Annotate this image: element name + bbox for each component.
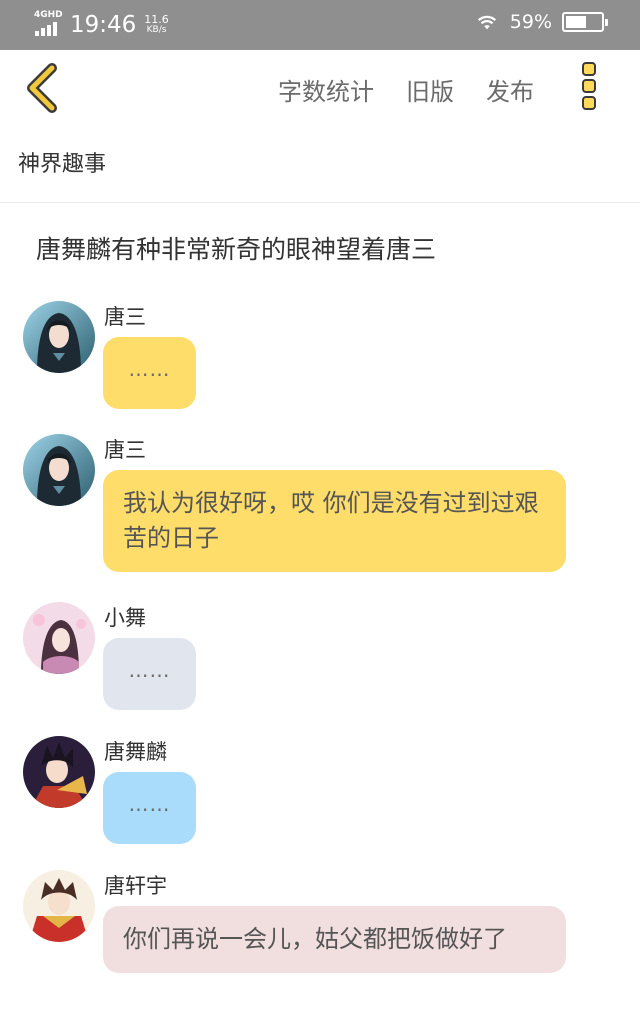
- message-bubble[interactable]: ……: [103, 638, 196, 710]
- divider: [0, 202, 640, 203]
- message-bubble[interactable]: ……: [103, 772, 196, 844]
- battery-percent: 59%: [509, 11, 552, 33]
- story-title[interactable]: 神界趣事: [18, 146, 106, 178]
- avatar[interactable]: [23, 602, 95, 674]
- sender-name: 唐舞麟: [104, 740, 167, 764]
- avatar[interactable]: [23, 301, 95, 373]
- status-time: 19:46: [70, 12, 137, 38]
- publish-button[interactable]: 发布: [486, 72, 534, 107]
- network-type: 4GHD: [34, 10, 63, 20]
- more-menu-button[interactable]: [576, 62, 602, 116]
- battery-level: [566, 16, 587, 28]
- old-version-button[interactable]: 旧版: [406, 72, 454, 107]
- speed-unit: KB/s: [146, 25, 167, 35]
- sender-name: 唐三: [104, 305, 146, 329]
- sender-name: 唐轩宇: [104, 874, 167, 898]
- message-bubble[interactable]: 你们再说一会儿，姑父都把饭做好了: [103, 906, 566, 973]
- signal-icon: [35, 22, 57, 36]
- network-indicator: 4GHD: [34, 10, 64, 40]
- speed-value: 11.6: [144, 13, 169, 26]
- more-dots-icon: [576, 62, 602, 110]
- wifi-icon: [477, 15, 496, 30]
- battery-icon: [562, 12, 608, 32]
- message-bubble[interactable]: ……: [103, 337, 196, 409]
- narration-text[interactable]: 唐舞麟有种非常新奇的眼神望着唐三: [36, 230, 436, 266]
- avatar[interactable]: [23, 870, 95, 942]
- toolbar-actions: 字数统计 旧版 发布: [278, 72, 534, 107]
- back-button[interactable]: [20, 62, 66, 114]
- network-speed: 11.6 KB/s: [144, 14, 169, 36]
- sender-name: 小舞: [104, 606, 146, 630]
- message-bubble[interactable]: 我认为很好呀，哎 你们是没有过到过艰苦的日子: [103, 470, 566, 572]
- avatar[interactable]: [23, 434, 95, 506]
- chevron-left-icon: [27, 63, 57, 113]
- sender-name: 唐三: [104, 438, 146, 462]
- status-bar: 4GHD 19:46 11.6 KB/s 59%: [0, 0, 640, 50]
- status-right: 59%: [476, 11, 608, 33]
- word-count-button[interactable]: 字数统计: [278, 72, 374, 107]
- top-toolbar: 字数统计 旧版 发布: [0, 50, 640, 130]
- avatar[interactable]: [23, 736, 95, 808]
- status-left: 4GHD 19:46 11.6 KB/s: [34, 9, 169, 41]
